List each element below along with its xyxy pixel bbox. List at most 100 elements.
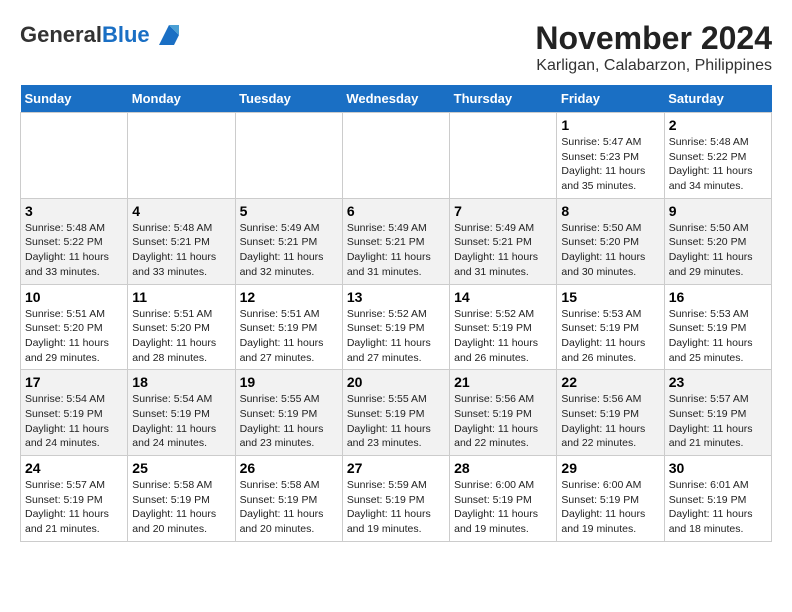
calendar-cell: 14 Sunrise: 5:52 AMSunset: 5:19 PMDayligh…	[450, 284, 557, 370]
calendar-cell: 17 Sunrise: 5:54 AMSunset: 5:19 PMDayligh…	[21, 370, 128, 456]
calendar-cell: 12 Sunrise: 5:51 AMSunset: 5:19 PMDayligh…	[235, 284, 342, 370]
calendar-cell: 28 Sunrise: 6:00 AMSunset: 5:19 PMDayligh…	[450, 456, 557, 542]
day-info: Sunrise: 5:50 AMSunset: 5:20 PMDaylight:…	[561, 221, 659, 280]
day-info: Sunrise: 5:47 AMSunset: 5:23 PMDaylight:…	[561, 135, 659, 194]
calendar-header-row: SundayMondayTuesdayWednesdayThursdayFrid…	[21, 85, 772, 113]
day-number: 3	[25, 203, 123, 219]
calendar-cell: 10 Sunrise: 5:51 AMSunset: 5:20 PMDayligh…	[21, 284, 128, 370]
logo-general: General	[20, 22, 102, 47]
day-number: 20	[347, 374, 445, 390]
day-number: 30	[669, 460, 767, 476]
calendar-cell	[128, 113, 235, 199]
day-number: 12	[240, 289, 338, 305]
day-info: Sunrise: 5:52 AMSunset: 5:19 PMDaylight:…	[454, 307, 552, 366]
day-info: Sunrise: 5:51 AMSunset: 5:20 PMDaylight:…	[25, 307, 123, 366]
day-number: 29	[561, 460, 659, 476]
day-number: 22	[561, 374, 659, 390]
header-saturday: Saturday	[664, 85, 771, 113]
day-info: Sunrise: 5:52 AMSunset: 5:19 PMDaylight:…	[347, 307, 445, 366]
day-number: 6	[347, 203, 445, 219]
day-info: Sunrise: 5:55 AMSunset: 5:19 PMDaylight:…	[347, 392, 445, 451]
day-number: 10	[25, 289, 123, 305]
day-number: 13	[347, 289, 445, 305]
calendar-cell: 2 Sunrise: 5:48 AMSunset: 5:22 PMDaylight…	[664, 113, 771, 199]
day-number: 16	[669, 289, 767, 305]
day-info: Sunrise: 6:01 AMSunset: 5:19 PMDaylight:…	[669, 478, 767, 537]
day-number: 18	[132, 374, 230, 390]
day-info: Sunrise: 5:59 AMSunset: 5:19 PMDaylight:…	[347, 478, 445, 537]
calendar-cell: 22 Sunrise: 5:56 AMSunset: 5:19 PMDayligh…	[557, 370, 664, 456]
day-info: Sunrise: 5:49 AMSunset: 5:21 PMDaylight:…	[454, 221, 552, 280]
calendar-cell: 25 Sunrise: 5:58 AMSunset: 5:19 PMDayligh…	[128, 456, 235, 542]
day-number: 1	[561, 117, 659, 133]
day-info: Sunrise: 5:56 AMSunset: 5:19 PMDaylight:…	[561, 392, 659, 451]
day-number: 9	[669, 203, 767, 219]
day-info: Sunrise: 5:49 AMSunset: 5:21 PMDaylight:…	[347, 221, 445, 280]
day-number: 5	[240, 203, 338, 219]
logo-blue: Blue	[102, 22, 150, 47]
day-info: Sunrise: 5:58 AMSunset: 5:19 PMDaylight:…	[132, 478, 230, 537]
calendar-cell: 27 Sunrise: 5:59 AMSunset: 5:19 PMDayligh…	[342, 456, 449, 542]
page-title: November 2024	[535, 20, 772, 57]
day-info: Sunrise: 5:51 AMSunset: 5:20 PMDaylight:…	[132, 307, 230, 366]
day-number: 27	[347, 460, 445, 476]
day-info: Sunrise: 5:51 AMSunset: 5:19 PMDaylight:…	[240, 307, 338, 366]
logo: GeneralBlue	[20, 20, 184, 50]
day-info: Sunrise: 5:58 AMSunset: 5:19 PMDaylight:…	[240, 478, 338, 537]
calendar-cell: 30 Sunrise: 6:01 AMSunset: 5:19 PMDayligh…	[664, 456, 771, 542]
calendar-cell: 18Sunrise: 5:54 AMSunset: 5:19 PMDayligh…	[128, 370, 235, 456]
header-tuesday: Tuesday	[235, 85, 342, 113]
day-info: Sunrise: 5:56 AMSunset: 5:19 PMDaylight:…	[454, 392, 552, 451]
day-info: Sunrise: 6:00 AMSunset: 5:19 PMDaylight:…	[454, 478, 552, 537]
calendar-cell: 9 Sunrise: 5:50 AMSunset: 5:20 PMDaylight…	[664, 198, 771, 284]
day-info: Sunrise: 5:54 AMSunset: 5:19 PMDaylight:…	[25, 392, 123, 451]
calendar-cell: 13 Sunrise: 5:52 AMSunset: 5:19 PMDayligh…	[342, 284, 449, 370]
header-thursday: Thursday	[450, 85, 557, 113]
page-subtitle: Karligan, Calabarzon, Philippines	[535, 57, 772, 75]
day-info: Sunrise: 5:48 AMSunset: 5:22 PMDaylight:…	[25, 221, 123, 280]
header-sunday: Sunday	[21, 85, 128, 113]
calendar-cell: 7 Sunrise: 5:49 AMSunset: 5:21 PMDaylight…	[450, 198, 557, 284]
day-info: Sunrise: 5:57 AMSunset: 5:19 PMDaylight:…	[25, 478, 123, 537]
calendar-cell: 8Sunrise: 5:50 AMSunset: 5:20 PMDaylight…	[557, 198, 664, 284]
week-row-4: 17 Sunrise: 5:54 AMSunset: 5:19 PMDayligh…	[21, 370, 772, 456]
day-number: 15	[561, 289, 659, 305]
calendar-cell: 11 Sunrise: 5:51 AMSunset: 5:20 PMDayligh…	[128, 284, 235, 370]
day-number: 7	[454, 203, 552, 219]
day-info: Sunrise: 5:48 AMSunset: 5:22 PMDaylight:…	[669, 135, 767, 194]
day-info: Sunrise: 5:57 AMSunset: 5:19 PMDaylight:…	[669, 392, 767, 451]
calendar-cell	[21, 113, 128, 199]
day-number: 17	[25, 374, 123, 390]
day-number: 24	[25, 460, 123, 476]
week-row-1: 1 Sunrise: 5:47 AMSunset: 5:23 PMDaylight…	[21, 113, 772, 199]
calendar-cell: 6 Sunrise: 5:49 AMSunset: 5:21 PMDaylight…	[342, 198, 449, 284]
day-number: 25	[132, 460, 230, 476]
day-number: 4	[132, 203, 230, 219]
week-row-2: 3 Sunrise: 5:48 AMSunset: 5:22 PMDaylight…	[21, 198, 772, 284]
calendar-cell: 20 Sunrise: 5:55 AMSunset: 5:19 PMDayligh…	[342, 370, 449, 456]
day-number: 21	[454, 374, 552, 390]
calendar-cell: 16 Sunrise: 5:53 AMSunset: 5:19 PMDayligh…	[664, 284, 771, 370]
day-info: Sunrise: 5:53 AMSunset: 5:19 PMDaylight:…	[669, 307, 767, 366]
calendar-cell: 21 Sunrise: 5:56 AMSunset: 5:19 PMDayligh…	[450, 370, 557, 456]
day-info: Sunrise: 5:50 AMSunset: 5:20 PMDaylight:…	[669, 221, 767, 280]
calendar-cell: 3 Sunrise: 5:48 AMSunset: 5:22 PMDaylight…	[21, 198, 128, 284]
calendar-cell: 4 Sunrise: 5:48 AMSunset: 5:21 PMDaylight…	[128, 198, 235, 284]
day-number: 28	[454, 460, 552, 476]
calendar-cell: 1 Sunrise: 5:47 AMSunset: 5:23 PMDaylight…	[557, 113, 664, 199]
page-header: GeneralBlue November 2024 Karligan, Cala…	[20, 20, 772, 75]
day-number: 14	[454, 289, 552, 305]
day-number: 19	[240, 374, 338, 390]
calendar-cell: 5Sunrise: 5:49 AMSunset: 5:21 PMDaylight…	[235, 198, 342, 284]
day-number: 11	[132, 289, 230, 305]
day-number: 2	[669, 117, 767, 133]
day-info: Sunrise: 5:48 AMSunset: 5:21 PMDaylight:…	[132, 221, 230, 280]
calendar-cell	[450, 113, 557, 199]
day-number: 23	[669, 374, 767, 390]
header-monday: Monday	[128, 85, 235, 113]
header-wednesday: Wednesday	[342, 85, 449, 113]
calendar-cell: 24 Sunrise: 5:57 AMSunset: 5:19 PMDayligh…	[21, 456, 128, 542]
calendar-cell: 23 Sunrise: 5:57 AMSunset: 5:19 PMDayligh…	[664, 370, 771, 456]
calendar-cell: 29Sunrise: 6:00 AMSunset: 5:19 PMDayligh…	[557, 456, 664, 542]
day-info: Sunrise: 5:53 AMSunset: 5:19 PMDaylight:…	[561, 307, 659, 366]
